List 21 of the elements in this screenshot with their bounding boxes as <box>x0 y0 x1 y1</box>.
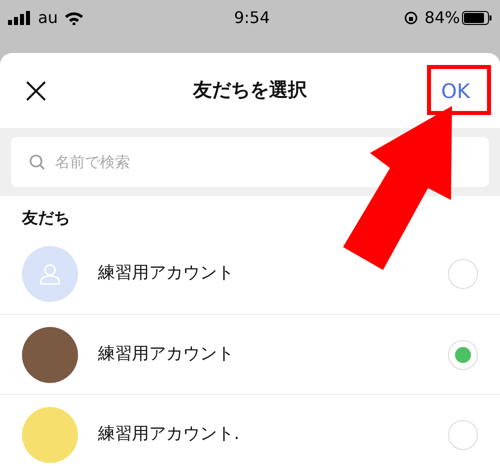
radio-button[interactable] <box>448 420 478 450</box>
ok-button[interactable]: OK <box>437 76 474 106</box>
search-icon <box>29 154 45 170</box>
dialog-title: 友だちを選択 <box>193 78 307 104</box>
rotation-lock-icon <box>404 11 418 25</box>
friend-row[interactable]: 練習用アカウント. <box>0 394 500 466</box>
close-icon[interactable] <box>26 80 46 100</box>
section-header: 友だち <box>22 208 70 227</box>
radio-button[interactable] <box>448 259 478 289</box>
friend-name: 練習用アカウント <box>98 262 234 286</box>
friend-name: 練習用アカウント <box>98 342 234 366</box>
clock-time: 9:54 <box>234 7 270 29</box>
carrier-label: au <box>38 7 58 29</box>
friend-row[interactable]: 練習用アカウント <box>0 314 500 394</box>
friend-name: 練習用アカウント. <box>98 422 240 446</box>
battery-icon <box>462 11 492 25</box>
person-icon <box>40 263 60 285</box>
battery-percent: 84% <box>424 7 460 29</box>
radio-button[interactable] <box>448 340 478 370</box>
signal-icon <box>8 11 30 25</box>
wifi-icon <box>64 11 84 25</box>
